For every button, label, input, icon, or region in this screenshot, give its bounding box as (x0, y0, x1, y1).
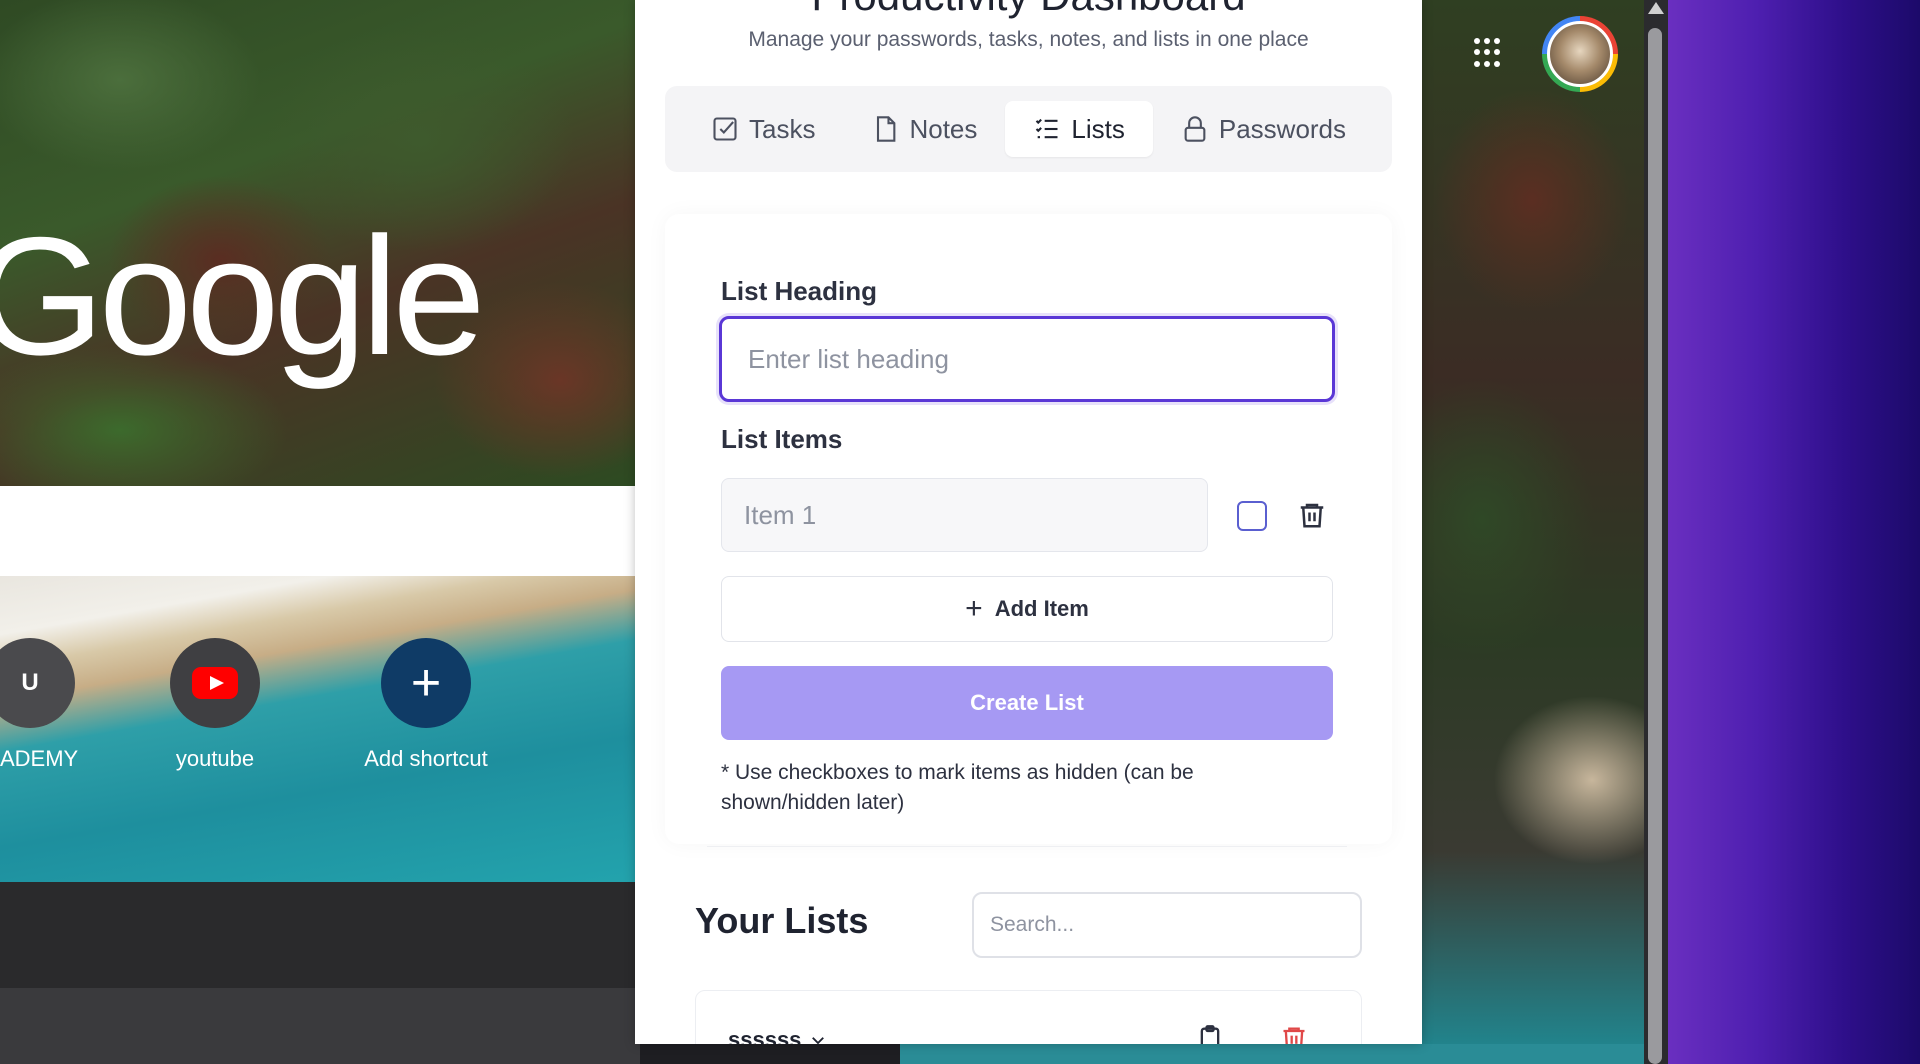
clipboard-icon[interactable] (1196, 1023, 1224, 1044)
checkbox-icon (713, 117, 737, 141)
youtube-icon (192, 667, 238, 699)
tab-label: Tasks (749, 113, 816, 144)
trash-icon[interactable] (1297, 499, 1327, 531)
list-items-label: List Items (721, 424, 843, 454)
background-photo-strip (900, 1044, 1644, 1064)
item-hidden-checkbox[interactable] (1237, 501, 1267, 531)
shortcut-label: ADEMY (0, 746, 79, 771)
create-list-card: List Heading List Items + Add Item Creat… (665, 214, 1392, 844)
searchbar-area (0, 486, 640, 576)
tab-label: Passwords (1218, 113, 1347, 144)
trash-icon[interactable] (1280, 1023, 1308, 1044)
search-input[interactable] (972, 892, 1362, 958)
chevron-down-icon (812, 1037, 825, 1044)
google-apps-icon[interactable] (1474, 38, 1504, 68)
footer-band (0, 882, 640, 988)
list-heading-input[interactable] (719, 316, 1335, 402)
shortcut-youtube[interactable]: youtube (145, 638, 285, 772)
scrollbar-thumb[interactable] (1648, 28, 1662, 1064)
checkbox-hint: * Use checkboxes to mark items as hidden… (721, 761, 1194, 814)
tab-tasks[interactable]: Tasks (683, 101, 843, 157)
list-icon (1036, 118, 1058, 139)
tab-label: Notes (909, 113, 978, 144)
avatar[interactable] (1542, 16, 1618, 92)
shortcut-add[interactable]: + Add shortcut (346, 638, 506, 772)
your-lists-heading: Your Lists (695, 900, 869, 941)
document-icon (877, 116, 896, 142)
list-heading-label: List Heading (721, 276, 878, 306)
list-item-input[interactable] (721, 478, 1208, 552)
page-title: Productivity Dashboard (635, 0, 1422, 20)
udemy-icon: U (0, 638, 75, 728)
shortcut-label: Add shortcut (364, 746, 488, 771)
tab-passwords[interactable]: Passwords (1153, 101, 1374, 157)
footer-band-lower (0, 988, 640, 1064)
page-subtitle: Manage your passwords, tasks, notes, and… (748, 28, 1309, 51)
extension-popup: Productivity Dashboard Manage your passw… (635, 0, 1422, 1044)
shortcut-udemy[interactable]: U ADEMY (0, 638, 100, 772)
create-list-label: Create List (970, 690, 1084, 715)
tab-lists[interactable]: Lists (1005, 101, 1153, 157)
newtab-background: Google U ADEMY youtube + Add shortcut (0, 0, 640, 1064)
list-item[interactable]: ssssss (695, 990, 1362, 1044)
tab-bar: Tasks Notes Lists Passwords (665, 86, 1392, 172)
plus-icon: + (965, 592, 983, 625)
create-list-button[interactable]: Create List (721, 666, 1333, 740)
divider (707, 846, 1347, 847)
add-item-label: Add Item (994, 596, 1089, 621)
desktop-wallpaper (1668, 0, 1920, 1064)
list-name: ssssss (728, 1027, 802, 1044)
list-title[interactable]: ssssss (728, 1027, 827, 1044)
plus-icon: + (381, 638, 471, 728)
lock-icon (1184, 116, 1206, 142)
google-logo: Google (0, 202, 486, 390)
tab-label: Lists (1071, 113, 1125, 144)
scroll-up-arrow-icon[interactable] (1648, 2, 1664, 14)
avatar-image (1547, 21, 1613, 87)
add-item-button[interactable]: + Add Item (721, 576, 1333, 642)
shortcut-label: youtube (175, 746, 255, 771)
tab-notes[interactable]: Notes (843, 101, 1005, 157)
background-photo-right (1422, 0, 1644, 1064)
